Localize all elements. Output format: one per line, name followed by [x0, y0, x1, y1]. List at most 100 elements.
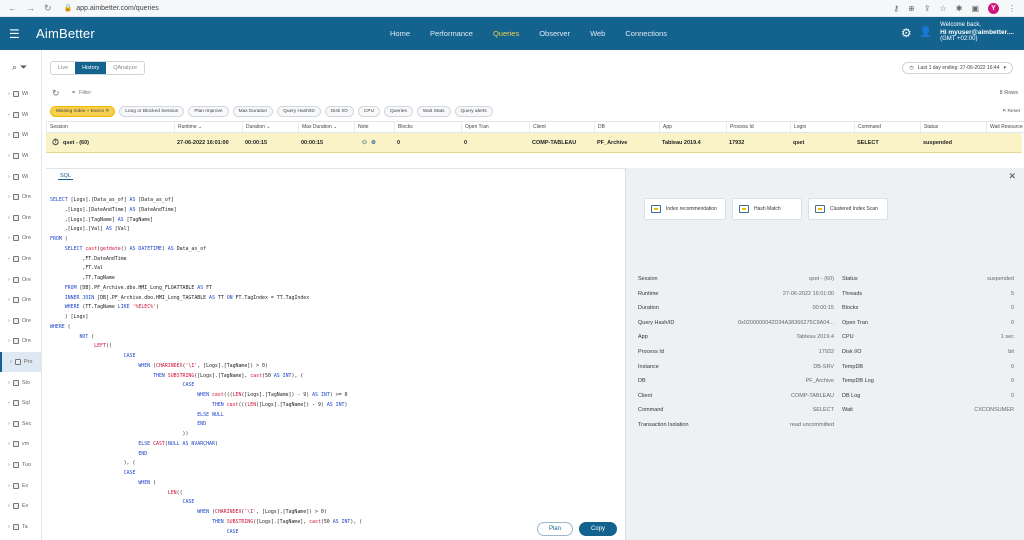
expand-arrow-icon[interactable]: › — [8, 483, 10, 489]
chip-plan-improve[interactable]: Plan Improve — [188, 105, 229, 117]
zoom-icon[interactable]: ⊕ — [908, 4, 915, 13]
col-login[interactable]: Login — [790, 122, 854, 132]
nav-performance[interactable]: Performance — [420, 29, 483, 38]
share-icon[interactable]: ⇪ — [924, 4, 931, 13]
col-status[interactable]: Status — [920, 122, 986, 132]
sidebar-item[interactable]: › Ta — [0, 516, 41, 537]
expand-arrow-icon[interactable]: › — [8, 112, 10, 118]
sidebar-item[interactable]: › Wi — [0, 146, 41, 167]
expand-arrow-icon[interactable]: › — [8, 194, 10, 200]
expand-arrow-icon[interactable]: › — [8, 132, 10, 138]
settings-gear-icon[interactable]: ⚙ — [901, 26, 912, 40]
nav-queries[interactable]: Queries — [483, 29, 529, 38]
split-icon[interactable]: ▣ — [971, 4, 979, 13]
hash-match-button[interactable]: Hash Match — [732, 198, 802, 220]
col-process-id[interactable]: Process Id — [726, 122, 790, 132]
expand-arrow-icon[interactable]: › — [8, 338, 10, 344]
expand-arrow-icon[interactable]: › — [10, 359, 12, 365]
sidebar-item[interactable]: › Ore — [0, 269, 41, 290]
col-session[interactable]: Session — [46, 122, 174, 132]
sidebar-item[interactable]: › Ore — [0, 249, 41, 270]
back-icon[interactable]: ← — [8, 3, 17, 14]
sql-code[interactable]: SELECT [Logs].[Data_as_of] AS [Data_as_o… — [50, 196, 362, 537]
sidebar-item[interactable]: › Ore — [0, 311, 41, 332]
sidebar-item[interactable]: › Wi — [0, 105, 41, 126]
nav-connections[interactable]: Connections — [615, 29, 677, 38]
sidebar-item[interactable]: › Sql — [0, 393, 41, 414]
profile-avatar[interactable]: Y — [988, 2, 999, 14]
chip-cpu[interactable]: CPU — [357, 105, 381, 117]
star-icon[interactable]: ☆ — [940, 4, 947, 13]
tab-qanalyze[interactable]: QAnalyze — [106, 62, 145, 74]
col-note[interactable]: Note — [354, 122, 394, 132]
tab-sql[interactable]: SQL — [58, 173, 74, 180]
search-icon[interactable]: ⌕ — [12, 62, 17, 73]
extensions-icon[interactable]: ✱ — [956, 4, 963, 13]
filter-icon[interactable]: ⏷ — [72, 90, 76, 97]
sidebar-item[interactable]: › Ore — [0, 290, 41, 311]
chip-disk-io[interactable]: Disk I/O — [324, 105, 354, 117]
tab-live[interactable]: Live — [51, 62, 76, 74]
user-info[interactable]: Welcome back, Hi myuser@aimbetter.... (G… — [940, 22, 1014, 43]
sidebar-item[interactable]: › Ore — [0, 228, 41, 249]
refresh-icon[interactable]: ↻ — [52, 88, 60, 99]
copy-button[interactable]: Copy — [578, 522, 617, 536]
sidebar-item[interactable]: › Ore — [0, 331, 41, 352]
col-open-tran[interactable]: Open Tran — [461, 122, 529, 132]
user-icon[interactable]: 👤 — [920, 27, 932, 38]
chip-wait-stats[interactable]: Wait Stats — [416, 105, 451, 117]
expand-arrow-icon[interactable]: › — [8, 153, 10, 159]
time-range-selector[interactable]: ◷ Last 1 day ending: 27-06-2022 16:44 ▾ — [902, 62, 1013, 74]
sidebar-item[interactable]: › Wi — [0, 166, 41, 187]
forward-icon[interactable]: → — [26, 3, 35, 14]
address-bar[interactable]: 🔒 app.aimbetter.com/queries — [64, 4, 159, 13]
col-db[interactable]: DB — [594, 122, 659, 132]
expand-arrow-icon[interactable]: › — [8, 256, 10, 262]
col-runtime[interactable]: Runtime ⌄ — [174, 122, 242, 132]
chip-missing-index[interactable]: Missing Index + Execs ✕ — [50, 105, 116, 117]
expand-arrow-icon[interactable]: › — [8, 380, 10, 386]
nav-web[interactable]: Web — [580, 29, 615, 38]
plan-button[interactable]: Plan — [536, 522, 573, 536]
sidebar-item[interactable]: › Ex — [0, 475, 41, 496]
col-command[interactable]: Command — [854, 122, 920, 132]
col-max-duration[interactable]: Max Duration ⌄ — [298, 122, 354, 132]
expand-arrow-icon[interactable]: › — [8, 400, 10, 406]
tab-history[interactable]: History — [75, 62, 107, 74]
expand-arrow-icon[interactable]: › — [8, 174, 10, 180]
nav-observer[interactable]: Observer — [529, 29, 580, 38]
key-icon[interactable]: ⚷ — [893, 4, 899, 13]
chip-close-icon[interactable]: ✕ — [105, 109, 109, 114]
col-app[interactable]: App — [659, 122, 726, 132]
sidebar-item[interactable]: › Tuo — [0, 455, 41, 476]
expand-arrow-icon[interactable]: › — [8, 503, 10, 509]
sidebar-item[interactable]: › Ex — [0, 496, 41, 517]
col-wait-resource[interactable]: Wait Resource — [986, 122, 1024, 132]
chip-query-alerts[interactable]: Query alerts — [454, 105, 493, 117]
reset-button[interactable]: ✕ Reset — [1002, 109, 1020, 114]
index-icon[interactable]: ⚙ — [371, 140, 376, 146]
sidebar-item[interactable]: › Sto — [0, 372, 41, 393]
expand-arrow-icon[interactable]: › — [8, 297, 10, 303]
col-blocks[interactable]: Blocks — [394, 122, 461, 132]
clustered-index-scan-button[interactable]: Clustered Index Scan — [808, 198, 888, 220]
chip-long-blocked[interactable]: Long or Blocked Session — [119, 105, 185, 117]
expand-arrow-icon[interactable]: › — [8, 215, 10, 221]
sidebar-item[interactable]: › Sec — [0, 414, 41, 435]
sidebar-item[interactable]: › vm — [0, 434, 41, 455]
menu-dots-icon[interactable]: ⋮ — [1008, 4, 1016, 13]
hamburger-icon[interactable]: ☰ — [0, 27, 22, 41]
index-recommendation-button[interactable]: Index recommendation — [644, 198, 726, 220]
filter-label[interactable]: Filter — [79, 90, 91, 96]
expand-arrow-icon[interactable]: › — [8, 421, 10, 427]
expand-arrow-icon[interactable]: › — [8, 235, 10, 241]
expand-arrow-icon[interactable]: › — [8, 462, 10, 468]
reload-icon[interactable]: ↻ — [44, 3, 52, 14]
expand-arrow-icon[interactable]: › — [8, 318, 10, 324]
funnel-icon[interactable]: ⏷ — [20, 62, 27, 73]
chip-query-hash[interactable]: Query Hash/ID — [277, 105, 321, 117]
col-duration[interactable]: Duration ⌄ — [242, 122, 298, 132]
table-row[interactable]: ⏱ qset - (60) 27-06-2022 16:01:00 00:00:… — [46, 133, 1022, 153]
expand-arrow-icon[interactable]: › — [8, 91, 10, 97]
chip-queries[interactable]: Queries — [384, 105, 413, 117]
